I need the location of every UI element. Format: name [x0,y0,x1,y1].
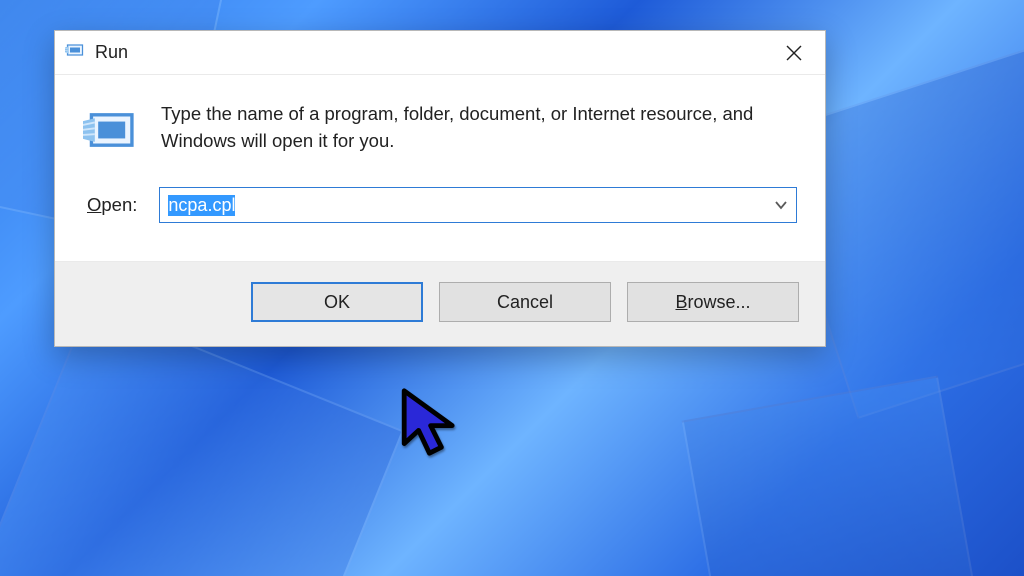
run-dialog: Run Type the name of a program, folder, … [54,30,826,347]
run-icon [65,40,85,65]
wallpaper-shape [682,376,987,576]
close-icon [785,44,803,62]
cancel-button[interactable]: Cancel [439,282,611,322]
dialog-message: Type the name of a program, folder, docu… [161,101,797,155]
cursor-icon [396,386,470,470]
dialog-body: Type the name of a program, folder, docu… [55,75,825,261]
message-row: Type the name of a program, folder, docu… [83,101,797,157]
chevron-down-icon [774,198,788,212]
open-input[interactable] [160,188,766,222]
title-bar: Run [55,31,825,75]
window-title: Run [95,42,128,63]
close-button[interactable] [771,31,817,75]
open-combobox[interactable] [159,187,797,223]
open-label: Open: [87,194,137,216]
button-bar: OK Cancel Browse... [55,261,825,346]
browse-button[interactable]: Browse... [627,282,799,322]
ok-button[interactable]: OK [251,282,423,322]
open-row: Open: [83,187,797,223]
open-dropdown-button[interactable] [766,188,796,222]
run-icon [83,103,137,157]
